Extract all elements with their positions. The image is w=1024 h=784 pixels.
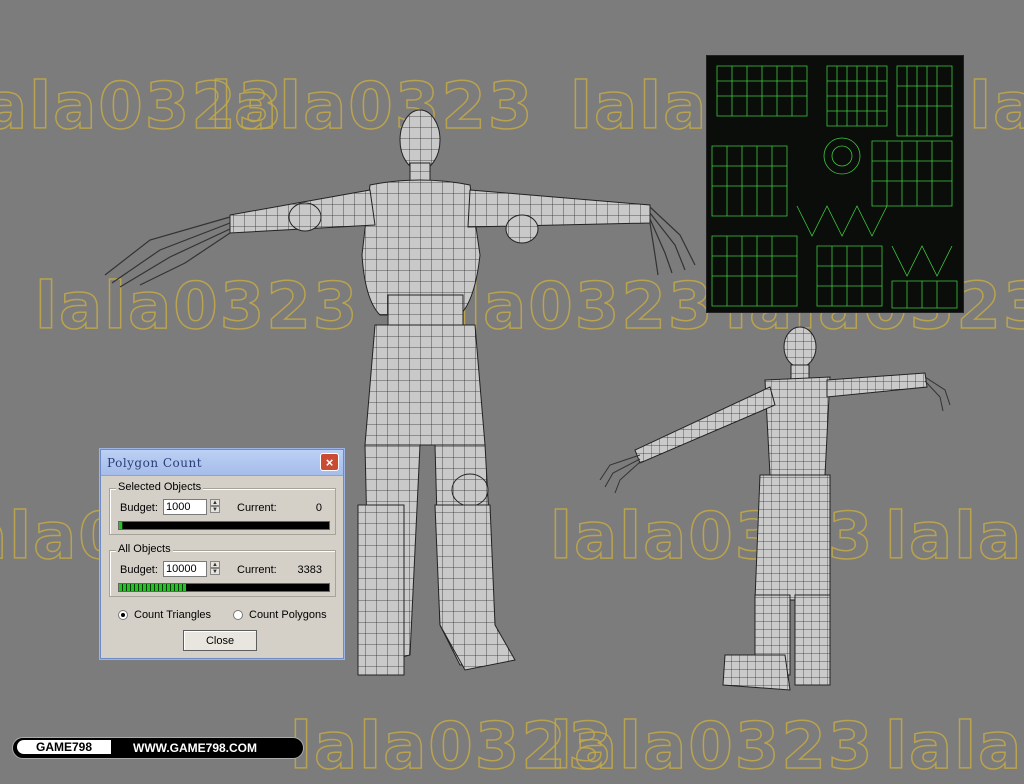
watermark: lala0323 bbox=[549, 709, 875, 784]
count-polygons-radio[interactable] bbox=[233, 610, 243, 620]
selected-progress-fill bbox=[119, 522, 124, 529]
close-button[interactable]: Close bbox=[183, 630, 257, 651]
chevron-up-icon[interactable]: ▲ bbox=[210, 561, 220, 568]
selected-current-label: Current: bbox=[237, 502, 277, 514]
selected-budget-input[interactable]: 1000 bbox=[163, 499, 207, 515]
all-progress-fill bbox=[119, 584, 187, 591]
all-current-value: 3383 bbox=[297, 564, 322, 576]
all-objects-legend: All Objects bbox=[116, 543, 173, 555]
selected-progress-bar bbox=[118, 521, 330, 530]
site-banner: GAME798 WWW.GAME798.COM bbox=[12, 737, 304, 759]
all-progress-bar bbox=[118, 583, 330, 592]
all-budget-input[interactable]: 10000 bbox=[163, 561, 207, 577]
count-polygons-label[interactable]: Count Polygons bbox=[249, 609, 327, 621]
all-budget-label: Budget: bbox=[120, 564, 158, 576]
selected-objects-group: Selected Objects Budget: 1000 ▲ ▼ Curren… bbox=[109, 481, 336, 535]
chevron-down-icon[interactable]: ▼ bbox=[210, 568, 220, 575]
selected-objects-legend: Selected Objects bbox=[116, 481, 204, 493]
brand-label: GAME798 bbox=[17, 740, 111, 754]
dialog-titlebar[interactable]: Polygon Count × bbox=[101, 450, 343, 476]
all-budget-spinner[interactable]: ▲ ▼ bbox=[210, 561, 220, 577]
dialog-title: Polygon Count bbox=[107, 456, 203, 470]
site-url[interactable]: WWW.GAME798.COM bbox=[133, 741, 257, 755]
all-objects-group: All Objects Budget: 10000 ▲ ▼ Current: 3… bbox=[109, 543, 336, 597]
uv-texture-map[interactable] bbox=[706, 55, 964, 313]
count-triangles-radio[interactable] bbox=[118, 610, 128, 620]
character-perspective-model[interactable] bbox=[595, 325, 955, 705]
chevron-down-icon[interactable]: ▼ bbox=[210, 506, 220, 513]
selected-current-value: 0 bbox=[315, 502, 322, 514]
watermark: lala0323 bbox=[884, 709, 1024, 784]
selected-budget-label: Budget: bbox=[120, 502, 158, 514]
polygon-count-dialog[interactable]: Polygon Count × Selected Objects Budget:… bbox=[100, 449, 344, 659]
watermark: lala0323 bbox=[289, 709, 615, 784]
all-current-label: Current: bbox=[237, 564, 277, 576]
selected-budget-spinner[interactable]: ▲ ▼ bbox=[210, 499, 220, 515]
close-icon[interactable]: × bbox=[320, 453, 339, 471]
chevron-up-icon[interactable]: ▲ bbox=[210, 499, 220, 506]
count-triangles-label[interactable]: Count Triangles bbox=[134, 609, 211, 621]
